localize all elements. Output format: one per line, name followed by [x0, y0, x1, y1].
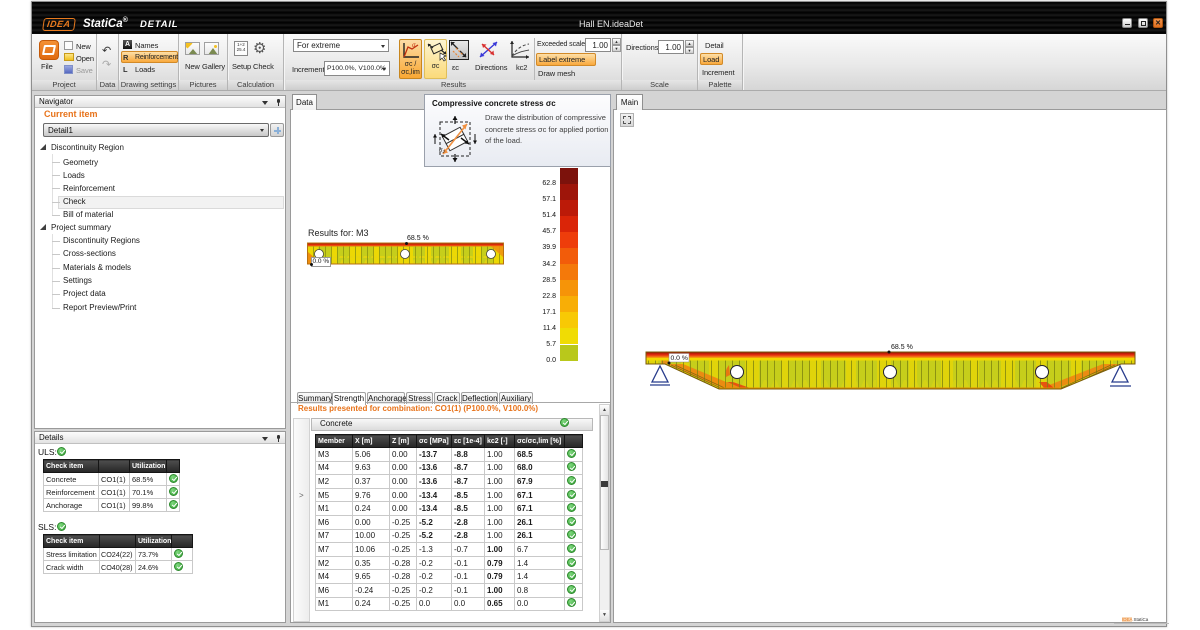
- svg-text:0.0 %: 0.0 %: [671, 355, 688, 362]
- svg-text:68.5 %: 68.5 %: [891, 344, 913, 351]
- svg-text:σ: σ: [412, 43, 416, 49]
- svg-text:σ₂: σ₂: [439, 148, 446, 154]
